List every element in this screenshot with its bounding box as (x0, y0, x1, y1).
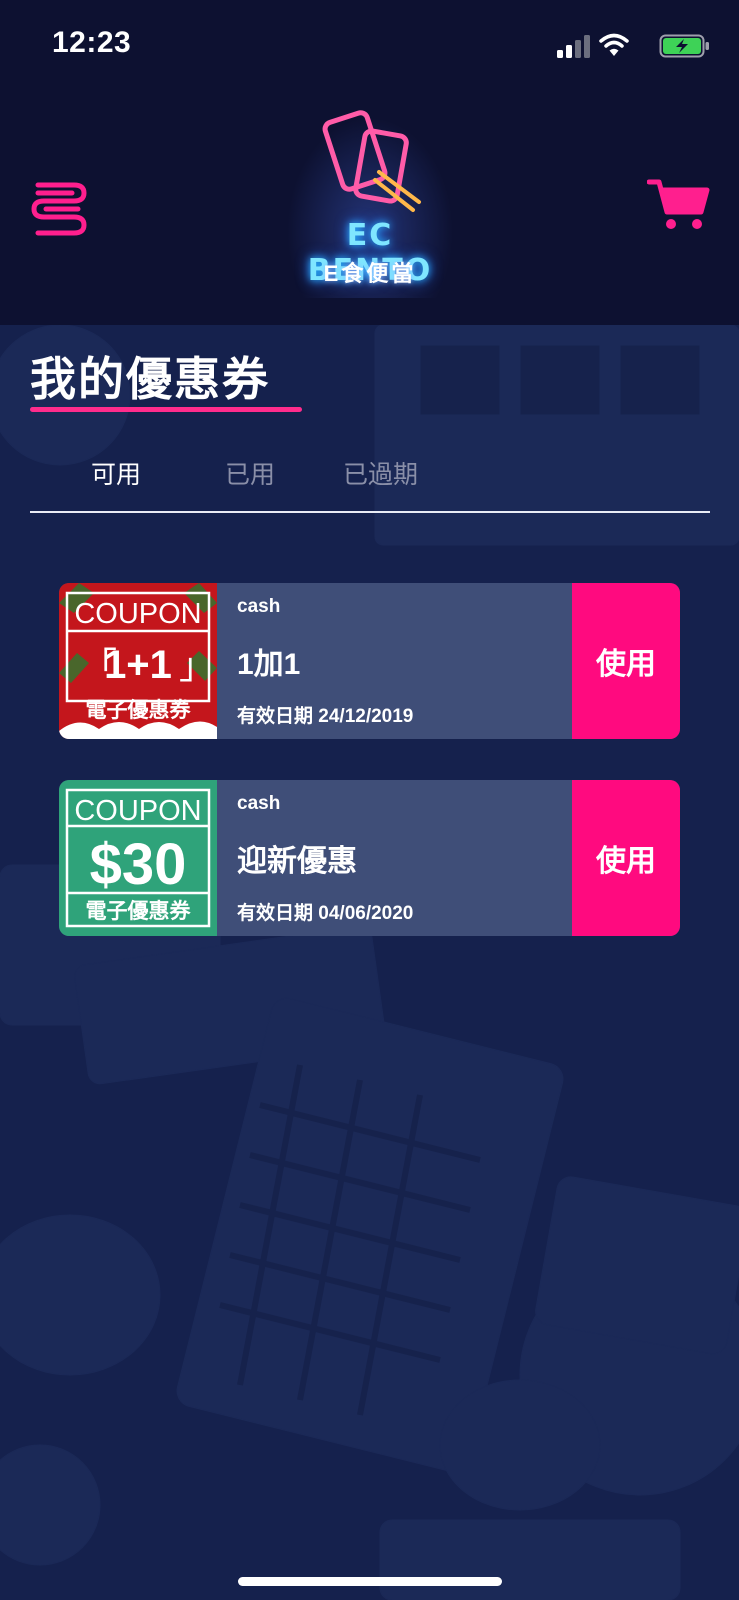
coupon-name: 1加1 (237, 648, 301, 681)
corner-bracket-right-icon: 」 (179, 645, 215, 686)
coupon-type: cash (237, 793, 281, 814)
coupon-type: cash (237, 596, 281, 617)
use-coupon-button[interactable]: 使用 (572, 780, 680, 936)
coupon-card[interactable]: COUPON $30 電子優惠券 cash 迎新優惠 有效日期 04/06/20… (59, 780, 680, 936)
tabs-divider (30, 511, 710, 513)
tab-used[interactable]: 已用 (225, 455, 275, 491)
status-time: 12:23 (52, 26, 132, 59)
tab-expired[interactable]: 已過期 (343, 455, 418, 491)
page-title: 我的優惠券 (30, 353, 270, 405)
coupon-expiry: 有效日期 24/12/2019 (237, 706, 414, 727)
logo-text-zh: E食便當 (323, 261, 417, 286)
coupon-thumb-offer: $30 (90, 832, 187, 897)
use-coupon-button[interactable]: 使用 (572, 583, 680, 739)
menu-icon[interactable] (28, 175, 90, 237)
coupon-screen: 12:23 EC BENTO E食便當 我的優惠券 可用 已用 已過期 COUP… (0, 0, 739, 1600)
logo-phones-icon (322, 110, 421, 212)
coupon-content: 我的優惠券 可用 已用 已過期 COUPON 1+1 「 」 電子優惠券 cas… (0, 325, 739, 1600)
background-illustration (0, 325, 739, 1600)
tab-available[interactable]: 可用 (91, 455, 141, 491)
signal-icon (557, 35, 590, 58)
corner-bracket-left-icon: 「 (81, 645, 117, 686)
coupon-image-30-dollar: COUPON $30 電子優惠券 (59, 780, 217, 936)
coupon-thumb-label: COUPON (74, 795, 201, 827)
title-underline (30, 407, 302, 412)
coupon-image-1plus1: COUPON 1+1 「 」 電子優惠券 (59, 583, 217, 739)
wifi-icon (599, 33, 629, 56)
app-header: EC BENTO E食便當 (0, 90, 739, 325)
coupon-name: 迎新優惠 (237, 845, 357, 878)
cart-icon[interactable] (647, 176, 711, 232)
coupon-expiry: 有效日期 04/06/2020 (237, 903, 414, 924)
battery-charging-icon (659, 34, 709, 58)
coupon-thumb-label: COUPON (74, 598, 201, 630)
coupon-thumb-caption: 電子優惠券 (86, 899, 192, 923)
home-indicator (238, 1577, 502, 1586)
coupon-card[interactable]: COUPON 1+1 「 」 電子優惠券 cash 1加1 有效日期 24/12… (59, 583, 680, 739)
status-bar: 12:23 (0, 0, 739, 90)
coupon-thumb-caption: 電子優惠券 (86, 698, 192, 722)
status-icons (551, 32, 711, 58)
app-logo: EC BENTO E食便當 (280, 108, 460, 298)
coupon-tabs: 可用 已用 已過期 (30, 455, 710, 505)
